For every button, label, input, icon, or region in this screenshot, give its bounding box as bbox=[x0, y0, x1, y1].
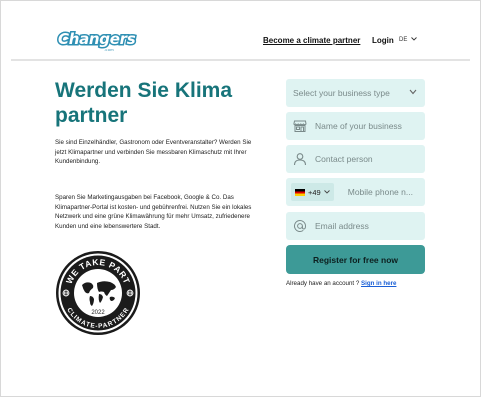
germany-flag-icon bbox=[295, 188, 305, 196]
chevron-down-icon bbox=[411, 37, 417, 42]
business-type-select[interactable]: Select your business type bbox=[286, 79, 425, 107]
header-divider bbox=[11, 59, 470, 61]
become-partner-link[interactable]: Become a climate partner bbox=[263, 36, 360, 45]
country-code-label: +49 bbox=[308, 187, 321, 197]
page-title: Werden Sie Klima partner bbox=[55, 79, 233, 127]
badge-year: 2022 bbox=[91, 310, 105, 316]
mobile-phone-field[interactable]: +49 Mobile phone n... bbox=[286, 178, 425, 206]
contact-person-field[interactable]: Contact person bbox=[286, 145, 425, 173]
login-link[interactable]: Login bbox=[372, 36, 394, 45]
account-question: Already have an account ? bbox=[286, 280, 360, 287]
climate-partner-badge: WE TAKE PART CLIMATE-PARTNER 2022 bbox=[56, 251, 140, 335]
logo-subtext: .com bbox=[104, 47, 114, 52]
language-selector[interactable]: DE bbox=[399, 37, 417, 43]
changers-logo[interactable]: Changers bbox=[56, 29, 137, 50]
business-name-field[interactable]: Name of your business bbox=[286, 112, 425, 140]
person-icon bbox=[292, 151, 308, 167]
country-code-select[interactable]: +49 bbox=[291, 183, 334, 201]
chevron-down-icon bbox=[323, 190, 330, 194]
language-label: DE bbox=[399, 37, 408, 43]
benefits-paragraph: Sparen Sie Marketingausgaben bei Faceboo… bbox=[55, 194, 252, 230]
email-field[interactable]: Email address bbox=[286, 212, 425, 240]
storefront-icon bbox=[292, 118, 308, 134]
signin-link[interactable]: Sign in here bbox=[361, 280, 396, 287]
at-sign-icon bbox=[292, 218, 308, 234]
business-type-placeholder: Select your business type bbox=[293, 88, 390, 98]
contact-person-placeholder: Contact person bbox=[315, 154, 373, 164]
email-placeholder: Email address bbox=[315, 221, 369, 231]
mobile-phone-placeholder: Mobile phone n... bbox=[347, 187, 413, 197]
register-button[interactable]: Register for free now bbox=[286, 245, 425, 274]
chevron-down-icon bbox=[409, 89, 417, 95]
business-name-placeholder: Name of your business bbox=[315, 121, 402, 131]
intro-paragraph: Sie sind Einzelhändler, Gastronom oder E… bbox=[55, 139, 252, 166]
signin-prompt: Already have an account ? Sign in here bbox=[286, 280, 396, 287]
